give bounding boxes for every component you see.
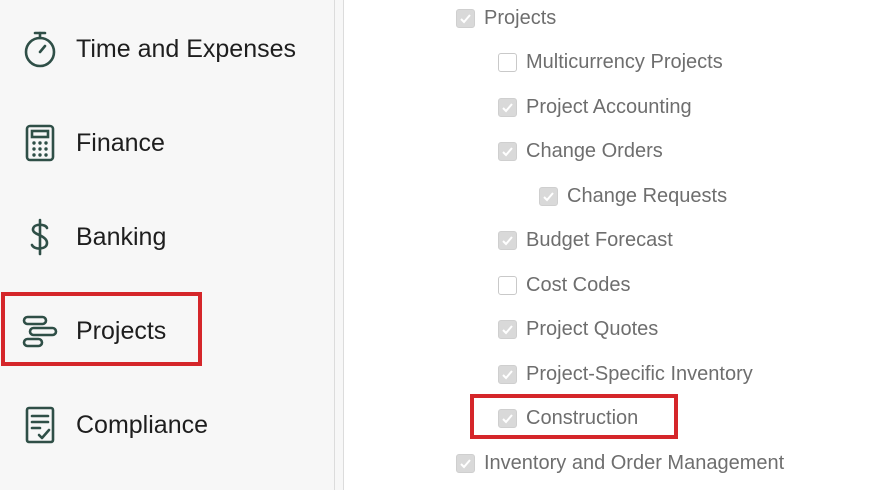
checkbox[interactable]: [456, 8, 475, 28]
checkmark-icon: [502, 324, 513, 334]
stopwatch-icon: [18, 27, 62, 71]
checkbox[interactable]: [498, 52, 517, 72]
feature-label: Budget Forecast: [526, 228, 673, 251]
checkmark-icon: [502, 102, 513, 112]
feature-budget-forecast[interactable]: Budget Forecast: [498, 225, 673, 255]
feature-multicurrency-projects[interactable]: Multicurrency Projects: [498, 47, 723, 77]
sidebar: Time and Expenses Finance Banking Projec…: [0, 0, 335, 490]
calculator-icon: [18, 121, 62, 165]
feature-label: Multicurrency Projects: [526, 50, 723, 73]
sidebar-item-time-and-expenses[interactable]: Time and Expenses: [0, 2, 334, 96]
projects-highlight-box: [1, 292, 202, 366]
feature-change-requests[interactable]: Change Requests: [539, 181, 727, 211]
dollar-sign-icon: [18, 215, 62, 259]
feature-label: Project Quotes: [526, 317, 659, 340]
checkmark-icon: [502, 369, 513, 379]
checkmark-icon: [460, 458, 471, 468]
checkbox[interactable]: [456, 453, 475, 473]
checklist-icon: [18, 403, 62, 447]
sidebar-item-label: Banking: [76, 222, 167, 251]
sidebar-item-label: Finance: [76, 128, 165, 157]
feature-cost-codes[interactable]: Cost Codes: [498, 270, 631, 300]
feature-label: Change Orders: [526, 139, 663, 162]
checkmark-icon: [502, 146, 513, 156]
checkbox[interactable]: [539, 186, 558, 206]
checkmark-icon: [460, 13, 471, 23]
feature-label: Cost Codes: [526, 273, 631, 296]
feature-projects[interactable]: Projects: [456, 3, 556, 33]
checkbox[interactable]: [498, 141, 517, 161]
sidebar-item-compliance[interactable]: Compliance: [0, 378, 334, 472]
checkbox[interactable]: [498, 319, 517, 339]
feature-project-specific-inventory[interactable]: Project-Specific Inventory: [498, 359, 753, 389]
checkbox[interactable]: [498, 97, 517, 117]
feature-label: Project Accounting: [526, 95, 692, 118]
feature-label: Projects: [484, 6, 557, 29]
feature-label: Project-Specific Inventory: [526, 362, 753, 385]
feature-change-orders[interactable]: Change Orders: [498, 136, 663, 166]
checkbox[interactable]: [498, 364, 517, 384]
panel-divider: [335, 0, 344, 490]
sidebar-item-banking[interactable]: Banking: [0, 190, 334, 284]
checkmark-icon: [502, 235, 513, 245]
checkmark-icon: [543, 191, 554, 201]
feature-label: Change Requests: [567, 184, 728, 207]
feature-project-quotes[interactable]: Project Quotes: [498, 314, 658, 344]
feature-inventory-and-order-management[interactable]: Inventory and Order Management: [456, 448, 784, 478]
checkbox[interactable]: [498, 230, 517, 250]
sidebar-item-finance[interactable]: Finance: [0, 96, 334, 190]
sidebar-item-label: Time and Expenses: [76, 34, 297, 63]
feature-project-accounting[interactable]: Project Accounting: [498, 92, 692, 122]
checkbox[interactable]: [498, 275, 517, 295]
sidebar-item-label: Compliance: [76, 410, 209, 439]
feature-label: Inventory and Order Management: [484, 451, 785, 474]
construction-highlight-box: [470, 394, 678, 439]
